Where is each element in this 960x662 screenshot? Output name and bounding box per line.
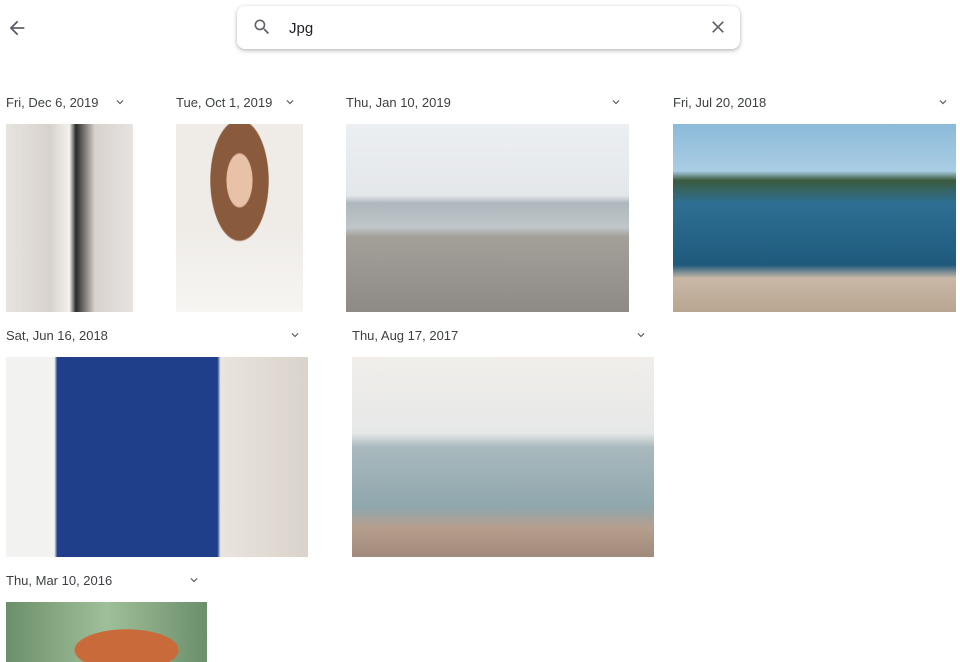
group-date: Fri, Dec 6, 2019 [6, 95, 99, 110]
search-bar [237, 6, 740, 49]
date-group: Fri, Jul 20, 2018 [673, 91, 956, 312]
date-group: Sat, Jun 16, 2018 [6, 324, 308, 557]
date-group: Fri, Dec 6, 2019 [6, 91, 133, 312]
chevron-down-icon[interactable] [288, 328, 302, 342]
search-icon [254, 19, 270, 35]
arrow-left-icon [9, 20, 25, 36]
back-button[interactable] [6, 17, 28, 39]
chevron-down-icon[interactable] [113, 95, 127, 109]
group-date: Tue, Oct 1, 2019 [176, 95, 273, 110]
photo-thumbnail[interactable] [6, 124, 133, 312]
photo-thumbnail[interactable] [176, 124, 303, 312]
group-date: Fri, Jul 20, 2018 [673, 95, 767, 110]
date-group: Thu, Aug 17, 2017 [352, 324, 654, 557]
photo-thumbnail[interactable] [6, 357, 308, 557]
chevron-down-icon[interactable] [936, 95, 950, 109]
photo-thumbnail[interactable] [6, 602, 207, 662]
photo-thumbnail[interactable] [346, 124, 629, 312]
group-date: Thu, Aug 17, 2017 [352, 328, 459, 343]
chevron-down-icon[interactable] [634, 328, 648, 342]
chevron-down-icon[interactable] [187, 573, 201, 587]
group-date: Thu, Jan 10, 2019 [346, 95, 451, 110]
search-input[interactable] [287, 14, 691, 42]
chevron-down-icon[interactable] [609, 95, 623, 109]
clear-search-icon[interactable] [708, 17, 728, 37]
date-group: Thu, Mar 10, 2016 [6, 569, 207, 662]
chevron-down-icon[interactable] [283, 95, 297, 109]
group-date: Sat, Jun 16, 2018 [6, 328, 108, 343]
photo-thumbnail[interactable] [673, 124, 956, 312]
date-group: Thu, Jan 10, 2019 [346, 91, 629, 312]
group-date: Thu, Mar 10, 2016 [6, 573, 113, 588]
date-group: Tue, Oct 1, 2019 [176, 91, 303, 312]
photo-thumbnail[interactable] [352, 357, 654, 557]
